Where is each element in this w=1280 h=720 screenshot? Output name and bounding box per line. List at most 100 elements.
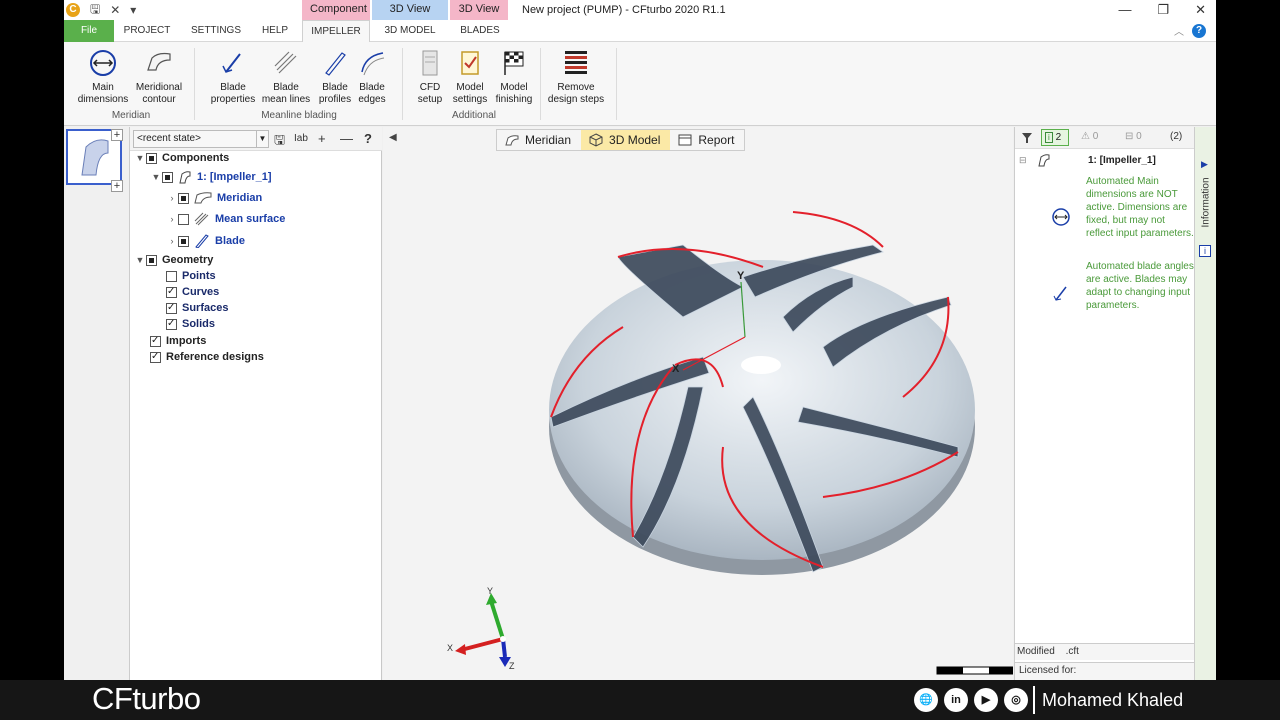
- chevron-down-icon[interactable]: ▼: [134, 255, 146, 265]
- tab-project[interactable]: PROJECT: [120, 20, 174, 42]
- chevron-down-icon[interactable]: ▼: [134, 153, 146, 163]
- maximize-icon[interactable]: ❐: [1157, 2, 1169, 18]
- tree-node-meridian[interactable]: › Meridian: [166, 190, 263, 206]
- pin-icon[interactable]: ▶: [1201, 159, 1208, 170]
- hub-disk: [549, 260, 975, 560]
- blade-edges-button[interactable]: Blade edges: [354, 48, 390, 106]
- info-toolbar: i 2 ⚠ 0 ⊟ 0 (2): [1015, 127, 1195, 149]
- tree-label: Imports: [166, 335, 207, 347]
- tree-checkbox[interactable]: [146, 254, 157, 266]
- error-filter-button[interactable]: ⊟ 0: [1125, 131, 1142, 142]
- chevron-down-icon[interactable]: ▼: [256, 131, 268, 147]
- tree-checkbox[interactable]: [178, 213, 189, 225]
- main-dimensions-button[interactable]: Main dimensions: [74, 48, 132, 106]
- tree-node-points[interactable]: Points: [166, 268, 216, 284]
- info-count: 2: [1055, 132, 1062, 143]
- linkedin-icon[interactable]: in: [944, 688, 968, 712]
- blade-profiles-button[interactable]: Blade profiles: [314, 48, 356, 106]
- status-modified: Modified .cft: [1015, 643, 1195, 660]
- status-licensed: Licensed for:: [1015, 662, 1195, 680]
- view-tabs: Meridian 3D Model Report: [496, 129, 746, 151]
- add-component-top-icon[interactable]: +: [111, 129, 123, 141]
- svg-text:Y: Y: [487, 586, 493, 596]
- remove-design-steps-icon: [565, 51, 587, 74]
- save-icon[interactable]: 🖫: [90, 0, 100, 21]
- tree-node-reference-designs[interactable]: Reference designs: [150, 349, 264, 365]
- group-additional-label: Additional: [452, 110, 496, 121]
- save-state-icon[interactable]: 🖫: [274, 131, 285, 153]
- blade-profiles-label: Blade profiles: [318, 82, 352, 105]
- collapse-all-icon[interactable]: —: [340, 131, 353, 146]
- 3d-viewer[interactable]: ◀ Meridian 3D Model Report Y X Y X Z: [383, 127, 1013, 680]
- tree-node-geometry[interactable]: ▼ Geometry: [134, 252, 214, 268]
- collapse-panel-icon[interactable]: ◀: [389, 132, 397, 143]
- web-icon[interactable]: 🌐: [914, 688, 938, 712]
- info-message-main-dimensions: Automated Main dimensions are NOT active…: [1086, 176, 1194, 239]
- tree-node-impeller[interactable]: ▼ 1: [Impeller_1]: [150, 169, 272, 185]
- tree-node-surfaces[interactable]: Surfaces: [166, 300, 228, 316]
- model-settings-icon: [461, 51, 479, 75]
- tree-checkbox[interactable]: [166, 318, 177, 330]
- meridional-contour-button[interactable]: Meridional contour: [130, 48, 188, 106]
- tree-checkbox[interactable]: [150, 335, 161, 347]
- total-count: (2): [1170, 131, 1183, 142]
- help-icon[interactable]: ?: [1192, 23, 1206, 38]
- warning-filter-button[interactable]: ⚠ 0: [1081, 131, 1098, 142]
- tab-report[interactable]: Report: [670, 130, 744, 150]
- filter-icon[interactable]: [1021, 132, 1033, 144]
- blade-mean-lines-button[interactable]: Blade mean lines: [260, 48, 312, 106]
- tree-checkbox[interactable]: [166, 270, 177, 282]
- tree-checkbox[interactable]: [166, 302, 177, 314]
- tree-checkbox[interactable]: [150, 351, 161, 363]
- collapse-ribbon-icon[interactable]: ︿: [1174, 23, 1184, 38]
- tree-node-blade[interactable]: › Blade: [166, 233, 245, 249]
- minimize-icon[interactable]: —: [1118, 2, 1131, 18]
- blade-properties-button[interactable]: Blade properties: [204, 48, 262, 106]
- instagram-icon[interactable]: ◎: [1004, 688, 1028, 712]
- model-finishing-button[interactable]: Model finishing: [490, 48, 538, 106]
- rename-icon[interactable]: Iab: [294, 133, 308, 144]
- info-filter-button[interactable]: i 2: [1041, 129, 1069, 146]
- tree-node-components[interactable]: ▼ Components: [134, 150, 230, 166]
- information-side-tab[interactable]: ▶ Information i: [1194, 127, 1216, 680]
- tab-settings[interactable]: SETTINGS: [188, 20, 244, 42]
- group-separator: [402, 48, 403, 120]
- tree-checkbox[interactable]: [146, 152, 157, 164]
- recent-state-select[interactable]: <recent state> ▼: [133, 130, 269, 148]
- qa-dropdown-icon[interactable]: ▾: [130, 3, 136, 17]
- youtube-icon[interactable]: ▶: [974, 688, 998, 712]
- expand-all-icon[interactable]: +: [318, 131, 326, 146]
- model-settings-label: Model settings: [452, 82, 488, 105]
- tree-checkbox[interactable]: [178, 235, 189, 247]
- tree-node-mean-surface[interactable]: › Mean surface: [166, 211, 285, 227]
- tree-node-solids[interactable]: Solids: [166, 316, 215, 332]
- tab-file[interactable]: File: [64, 20, 114, 42]
- tree-checkbox[interactable]: [162, 171, 173, 183]
- tree-checkbox[interactable]: [178, 192, 189, 204]
- model-settings-button[interactable]: Model settings: [450, 48, 490, 106]
- axis-triad: Y X Z: [447, 586, 515, 671]
- tab-blades[interactable]: BLADES: [454, 20, 506, 42]
- chevron-right-icon[interactable]: ›: [166, 236, 178, 246]
- chevron-down-icon[interactable]: ▼: [150, 172, 162, 182]
- tab-help[interactable]: HELP: [256, 20, 294, 42]
- tree-node-imports[interactable]: Imports: [150, 333, 206, 349]
- close-project-icon[interactable]: ✕: [110, 3, 120, 17]
- tree-checkbox[interactable]: [166, 286, 177, 298]
- cfd-setup-button[interactable]: CFD setup: [410, 48, 450, 106]
- tree-help-icon[interactable]: ?: [364, 131, 372, 146]
- tab-3d-model[interactable]: 3D MODEL: [376, 20, 444, 42]
- tab-3d-model-view[interactable]: 3D Model: [581, 130, 671, 150]
- tree-node-curves[interactable]: Curves: [166, 284, 219, 300]
- close-icon[interactable]: ✕: [1195, 2, 1206, 18]
- tab-impeller[interactable]: IMPELLER: [302, 20, 370, 42]
- axis-line-y: [740, 281, 746, 338]
- remove-design-steps-button[interactable]: Remove design steps: [544, 48, 608, 106]
- chevron-right-icon[interactable]: ›: [166, 193, 178, 203]
- window-title: New project (PUMP) - CFturbo 2020 R1.1: [522, 4, 726, 16]
- chevron-right-icon[interactable]: ›: [166, 214, 178, 224]
- collapse-node-icon[interactable]: ⊟: [1019, 155, 1027, 166]
- brand-logo-text: CFturbo: [92, 681, 201, 716]
- tab-meridian[interactable]: Meridian: [497, 130, 581, 150]
- add-component-bottom-icon[interactable]: +: [111, 180, 123, 192]
